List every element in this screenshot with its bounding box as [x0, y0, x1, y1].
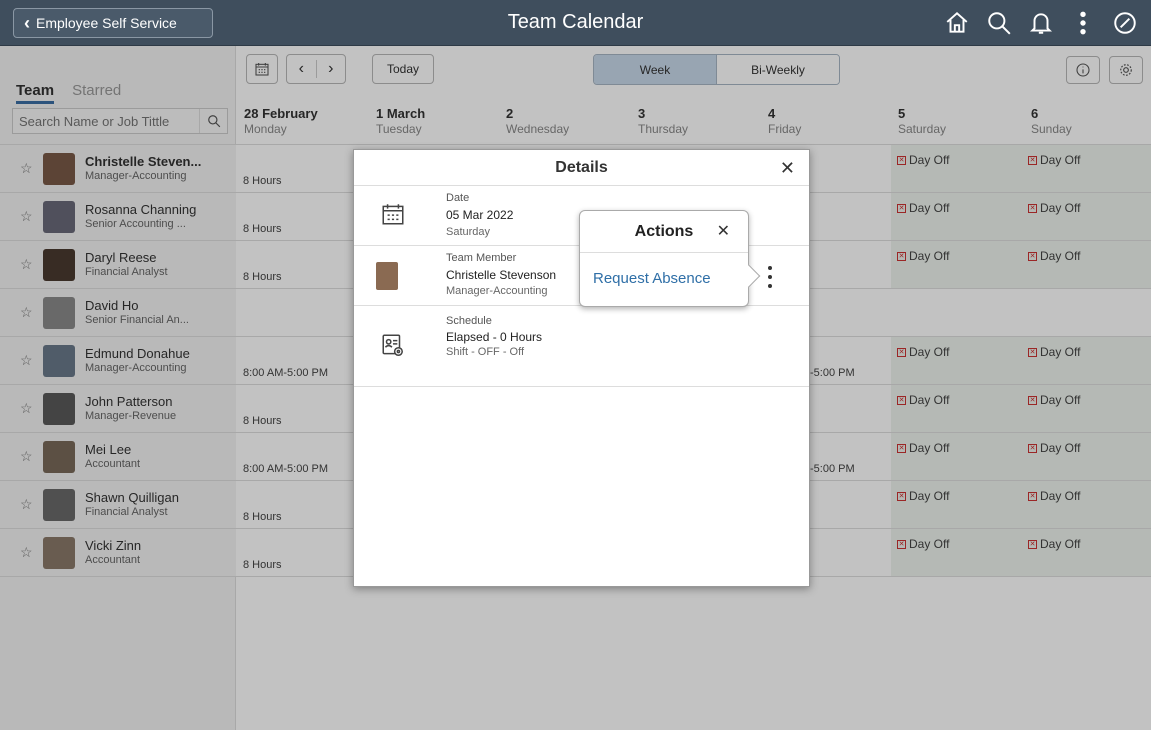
date-label: Date [446, 192, 470, 204]
member-name: Christelle Stevenson [446, 268, 557, 282]
close-icon[interactable]: ✕ [717, 221, 730, 241]
navbar-icon[interactable] [1105, 7, 1145, 39]
search-icon[interactable] [979, 7, 1019, 39]
home-icon[interactable] [937, 7, 977, 39]
schedule-shift: Shift - OFF - Off [446, 346, 525, 358]
schedule-icon [380, 332, 406, 361]
schedule-section: Schedule Elapsed - 0 Hours Shift - OFF -… [354, 306, 809, 387]
kebab-icon[interactable] [765, 266, 775, 288]
app-header: ‹ Employee Self Service Team Calendar [0, 0, 1151, 46]
back-button[interactable]: ‹ Employee Self Service [13, 8, 213, 38]
modal-title: Details [555, 158, 608, 176]
avatar [376, 262, 398, 290]
member-job: Manager-Accounting [446, 285, 548, 297]
schedule-label: Schedule [446, 315, 492, 327]
calendar-icon [380, 201, 406, 230]
member-label: Team Member [446, 252, 517, 264]
back-button-label: Employee Self Service [36, 15, 177, 31]
close-icon[interactable]: ✕ [780, 158, 795, 179]
kebab-icon[interactable] [1063, 7, 1103, 39]
date-value: 05 Mar 2022 [446, 208, 514, 222]
request-absence-link[interactable]: Request Absence [593, 270, 711, 287]
date-weekday: Saturday [446, 226, 491, 238]
actions-popover: Actions ✕ Request Absence [579, 210, 761, 307]
schedule-value: Elapsed - 0 Hours [446, 330, 543, 344]
bell-icon[interactable] [1021, 7, 1061, 39]
actions-title: Actions [634, 222, 694, 240]
chevron-left-icon: ‹ [24, 13, 30, 33]
